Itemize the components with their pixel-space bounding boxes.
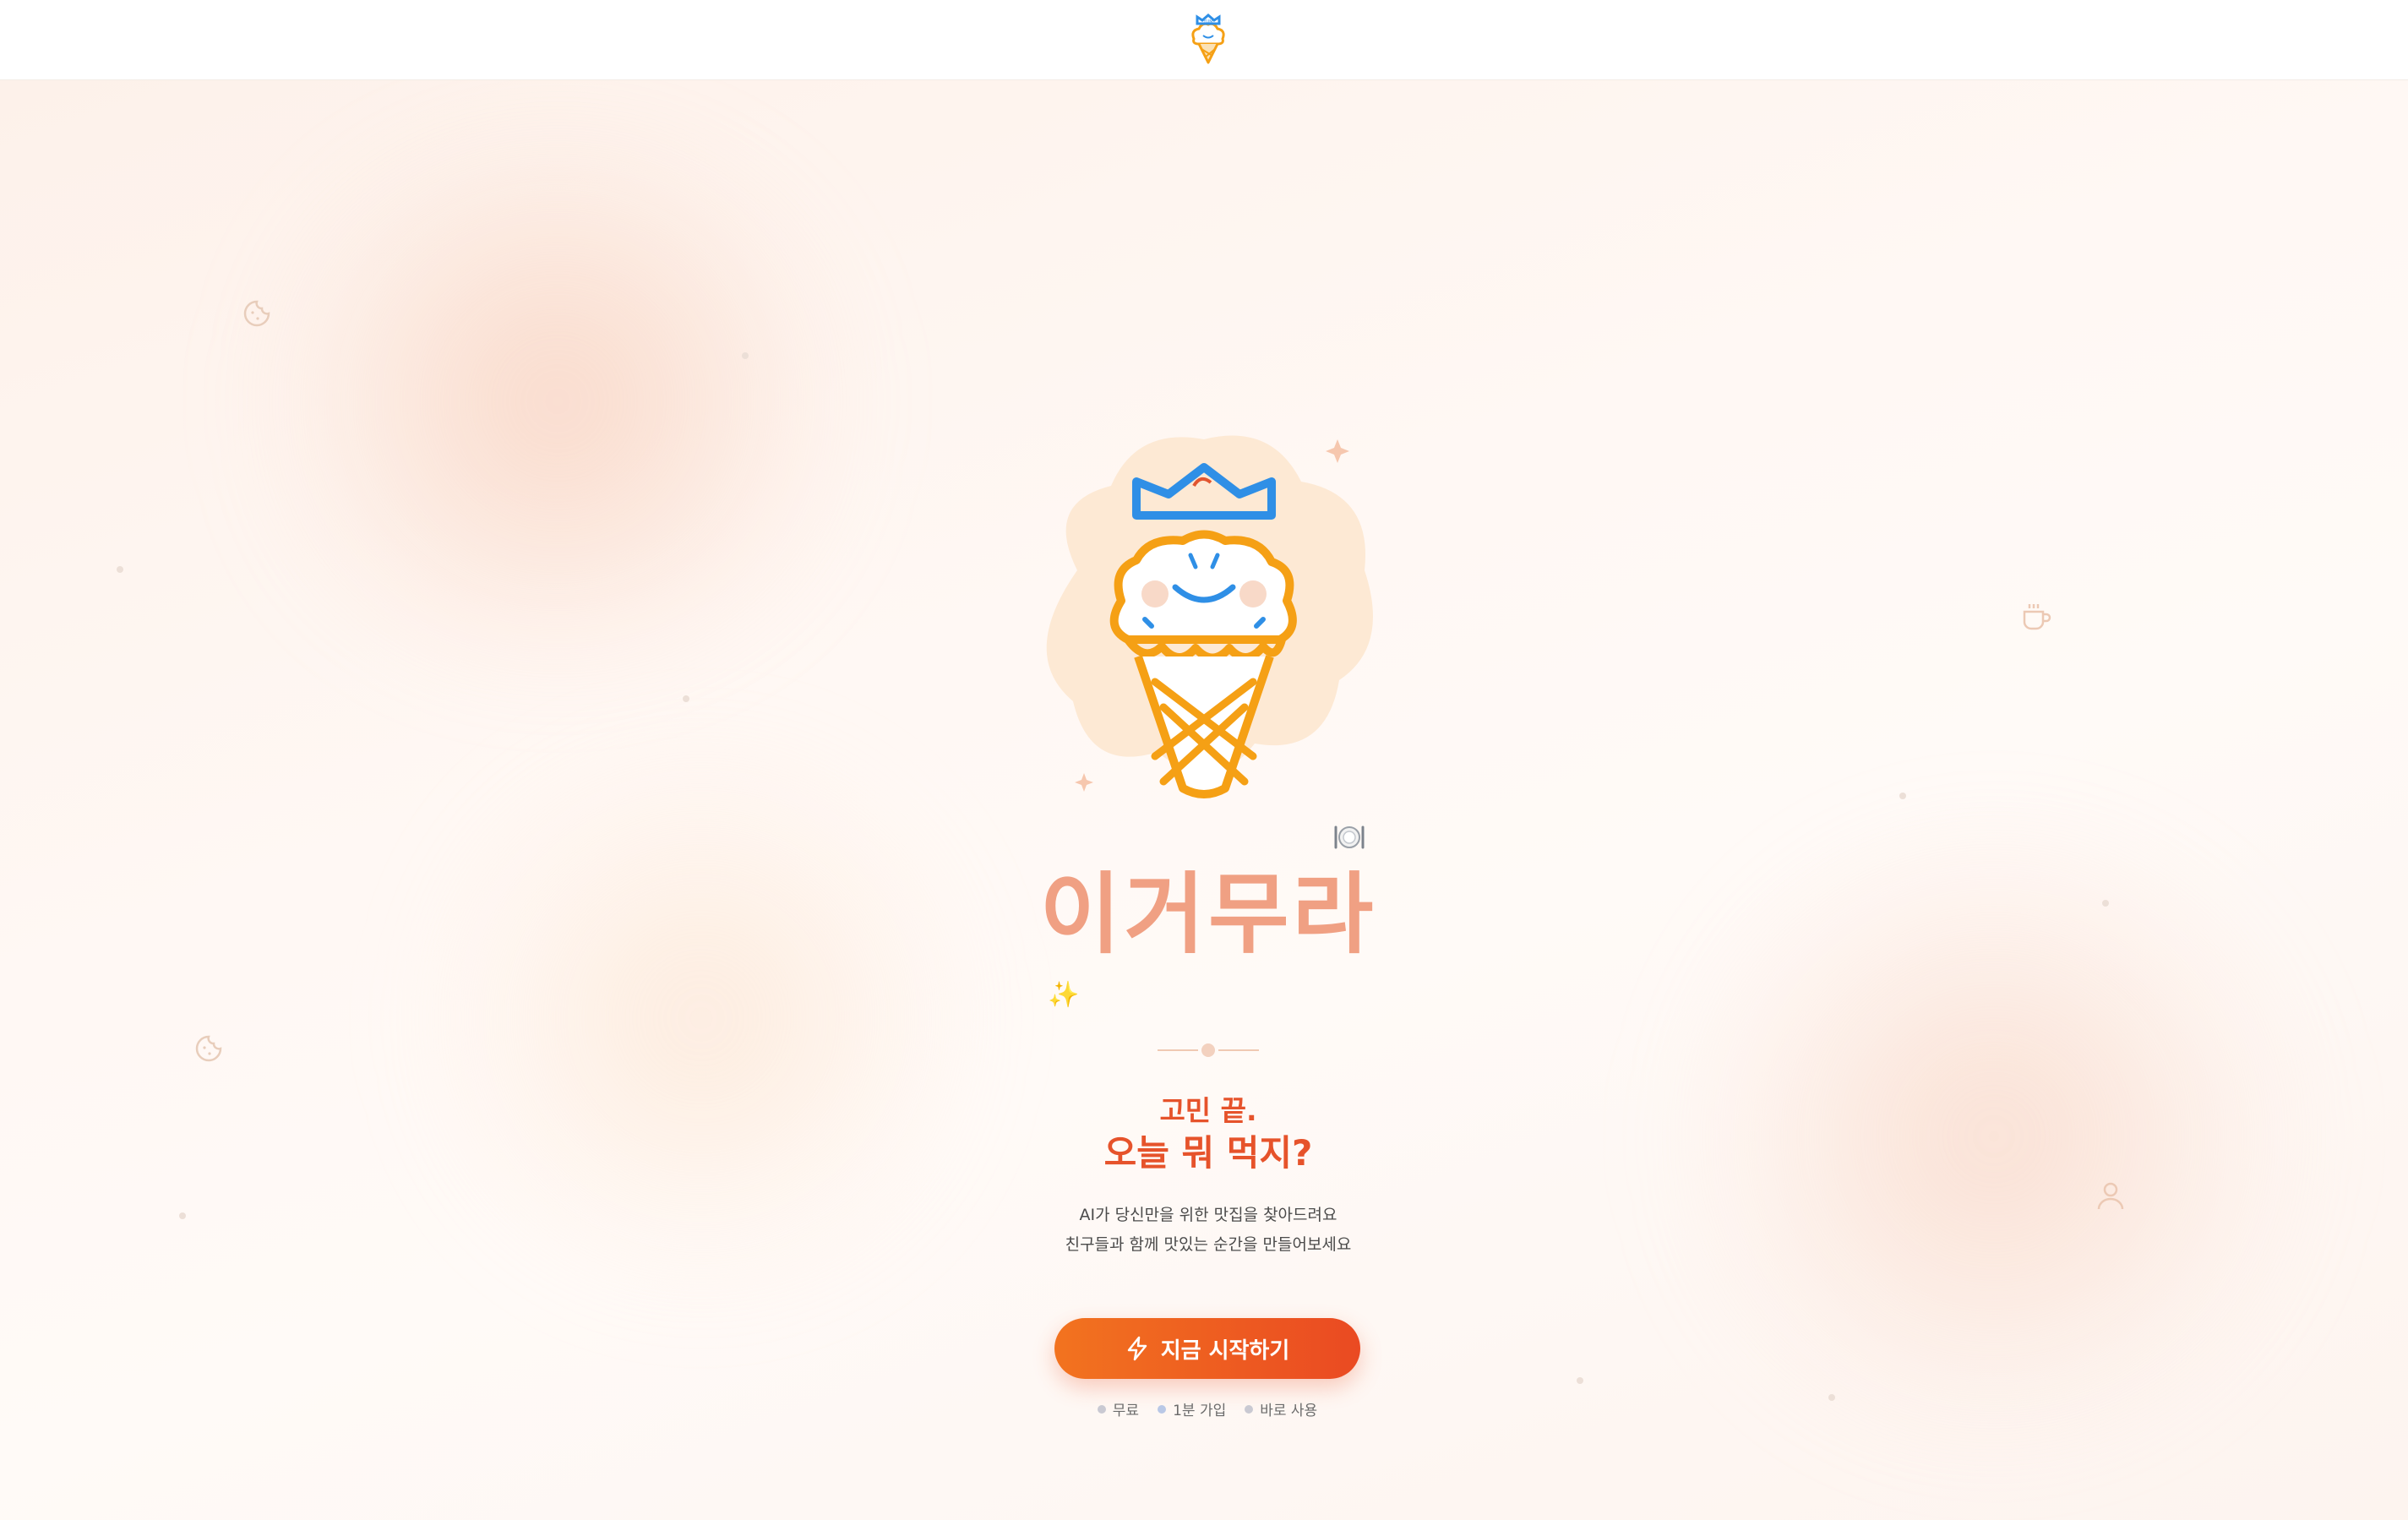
tag-dot (1245, 1404, 1254, 1414)
decor-dot (683, 695, 689, 702)
sparkle-icon: ✨ (1048, 980, 1080, 1010)
user-icon (2097, 1182, 2124, 1210)
cookie-icon (243, 300, 270, 327)
feature-tag: 바로 사용 (1245, 1398, 1317, 1419)
description-line: AI가 당신만을 위한 맛집을 찾아드려요 (1079, 1206, 1337, 1224)
top-navigation-bar: YUM (0, 0, 2408, 80)
feature-tags: 무료 1분 가입 바로 사용 (1054, 1398, 1360, 1419)
feature-tag: 무료 (1097, 1398, 1140, 1419)
svg-text:YUM: YUM (1202, 19, 1212, 25)
headline-secondary: 오늘 뭐 먹지? (1103, 1132, 1313, 1174)
tag-dot (1097, 1404, 1106, 1414)
hero-description: AI가 당신만을 위한 맛집을 찾아드려요 친구들과 함께 맛있는 순간을 만들… (993, 1201, 1424, 1260)
background-blob (1690, 841, 2298, 1432)
tag-label: 무료 (1112, 1403, 1140, 1419)
decor-dot (1577, 1377, 1583, 1384)
brand-name: 이거무라 (1039, 863, 1377, 966)
decor-dot (742, 352, 749, 359)
background-blob (439, 756, 963, 1280)
decor-dot (2102, 900, 2109, 907)
headline-primary: 고민 끝. (1159, 1094, 1257, 1127)
description-line: 친구들과 함께 맛있는 순간을 만들어보세요 (1065, 1235, 1352, 1254)
plate-utensils-icon (1334, 825, 1365, 849)
start-now-label: 지금 시작하기 (1160, 1337, 1290, 1364)
decor-dot (1828, 1394, 1835, 1401)
ice-cream-logo-icon[interactable]: YUM (1187, 14, 1229, 66)
feature-tag: 1분 가입 (1158, 1398, 1226, 1419)
section-divider (1158, 1043, 1259, 1057)
cookie-icon (195, 1035, 222, 1062)
background-blob (253, 148, 862, 655)
tag-label: 바로 사용 (1260, 1403, 1318, 1419)
hero-section: 이거무라 ✨ 고민 끝. 오늘 뭐 먹지? AI가 당신만을 위한 맛집을 찾아… (0, 80, 2408, 1520)
decor-dot (1899, 793, 1906, 799)
lightning-icon (1127, 1336, 1147, 1361)
tag-dot (1158, 1404, 1167, 1414)
decor-dot (117, 566, 123, 573)
start-now-button[interactable]: 지금 시작하기 (1054, 1318, 1360, 1379)
coffee-cup-icon (2023, 604, 2051, 630)
tag-label: 1분 가입 (1173, 1403, 1227, 1419)
ice-cream-mascot-illustration (1046, 435, 1373, 798)
decor-dot (179, 1212, 186, 1219)
